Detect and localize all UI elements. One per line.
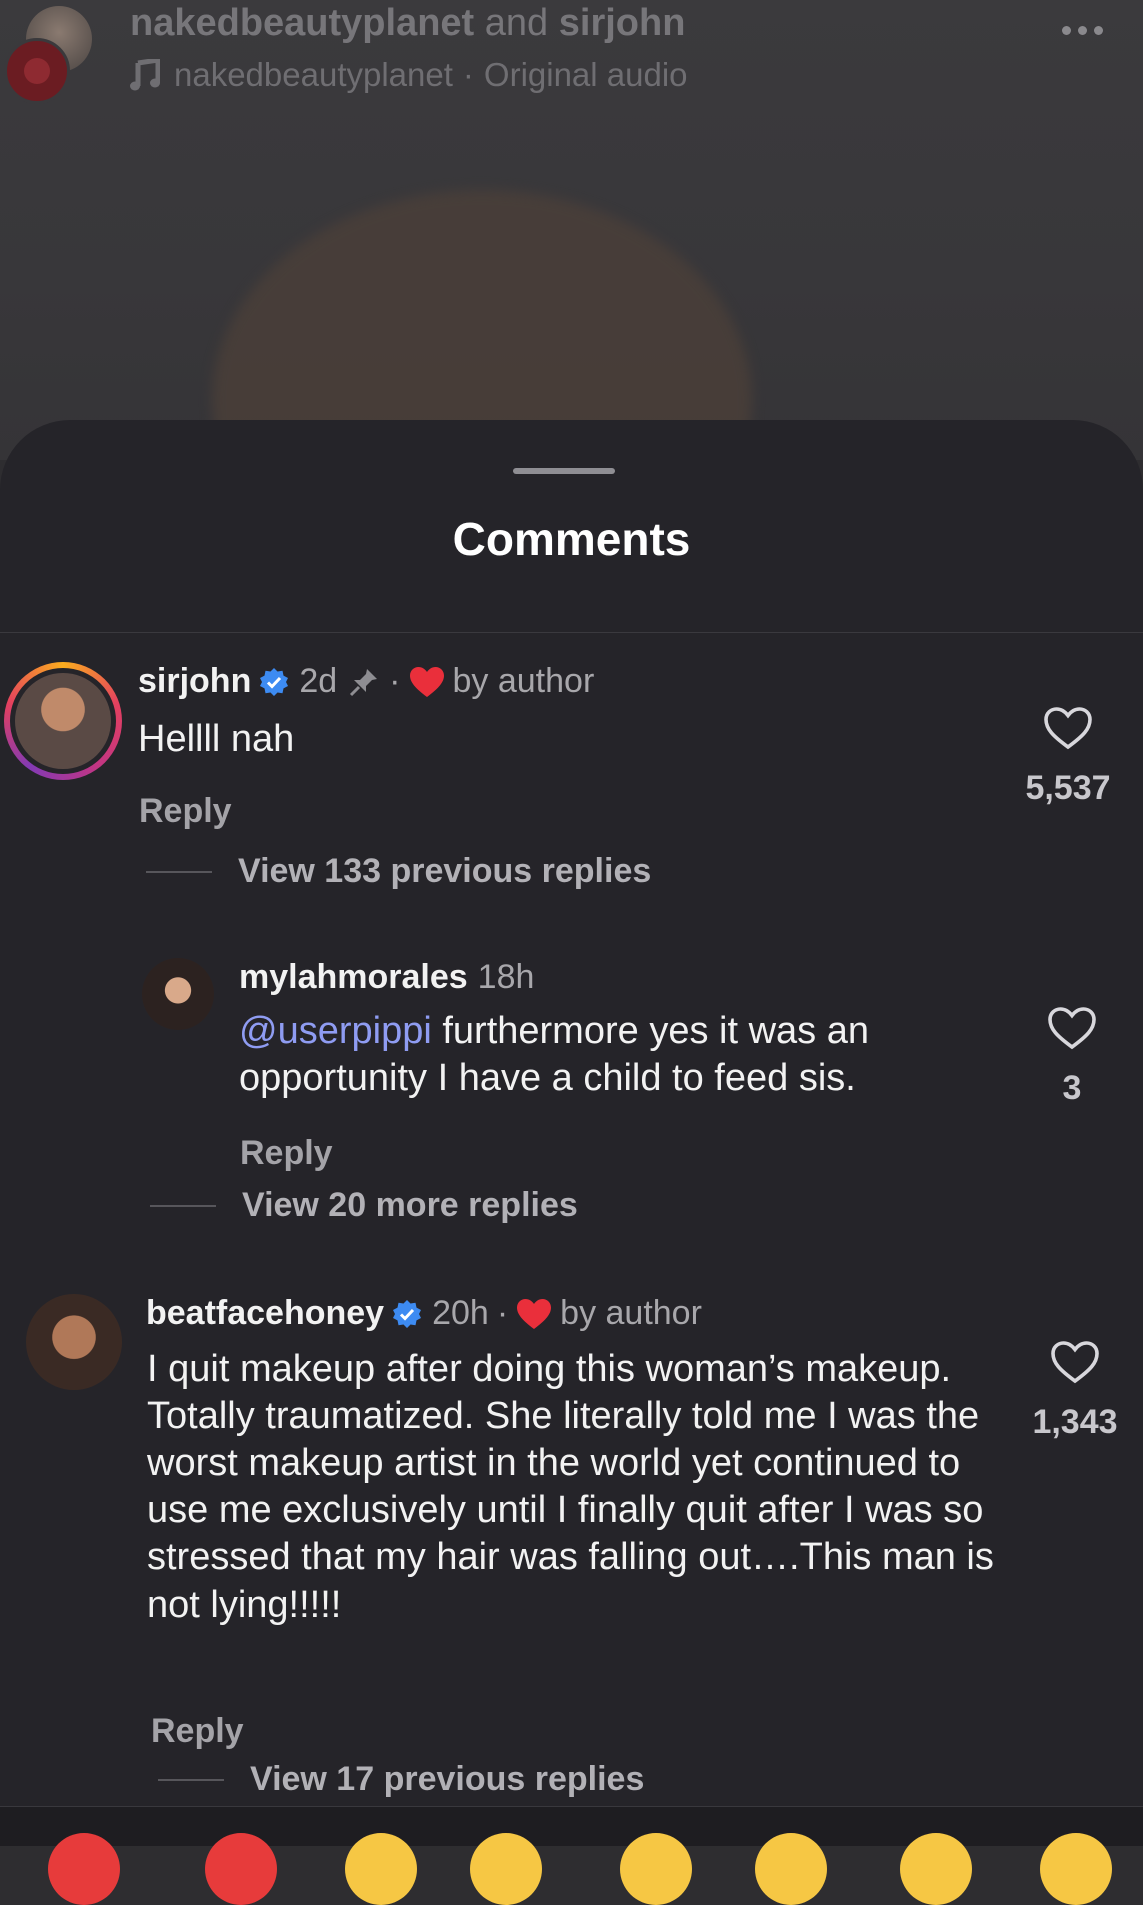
- author-liked-heart-icon: [517, 1298, 552, 1329]
- clap-emoji-icon[interactable]: [470, 1833, 542, 1905]
- heart-outline-icon[interactable]: [1050, 1340, 1100, 1384]
- thread-line: [146, 870, 212, 873]
- like-count: 3: [1062, 1069, 1082, 1107]
- sad-emoji-icon[interactable]: [620, 1833, 692, 1905]
- comment-time: 18h: [477, 958, 535, 996]
- like-control: 5,537: [1018, 706, 1118, 808]
- emoji-reaction-bar: [0, 1806, 1143, 1905]
- collab-avatars[interactable]: [4, 6, 94, 106]
- reply-button[interactable]: Reply: [240, 1134, 333, 1173]
- view-replies-label: View 17 previous replies: [250, 1760, 645, 1798]
- like-count: 5,537: [1025, 769, 1111, 807]
- verified-badge-icon: [393, 1299, 422, 1328]
- verified-badge-icon: [260, 667, 289, 696]
- sheet-title: Comments: [452, 513, 691, 565]
- liked-by-author-label: by author: [452, 662, 595, 700]
- reply-button[interactable]: Reply: [139, 792, 232, 831]
- laughing-emoji-icon[interactable]: [1040, 1833, 1112, 1905]
- header-divider: [0, 632, 1143, 633]
- author-link-1[interactable]: nakedbeautyplanet: [130, 2, 474, 44]
- avatar-nakedbeautyplanet: [4, 38, 70, 104]
- view-replies-button[interactable]: View 133 previous replies: [146, 852, 651, 891]
- mention-link[interactable]: @userpippi: [239, 1010, 432, 1052]
- fire-emoji-icon[interactable]: [345, 1833, 417, 1905]
- reel-video-background[interactable]: nakedbeautyplanet and sirjohn nakedbeaut…: [0, 0, 1143, 460]
- meta-separator: ·: [389, 662, 401, 700]
- music-note-icon: [130, 59, 160, 91]
- audio-attribution[interactable]: nakedbeautyplanet · Original audio: [130, 56, 688, 94]
- comment-username[interactable]: beatfacehoney: [146, 1294, 384, 1333]
- like-control: 3: [1022, 1006, 1122, 1108]
- author-link-2[interactable]: sirjohn: [559, 2, 686, 44]
- sheet-drag-handle[interactable]: [513, 468, 615, 474]
- liked-by-author-label: by author: [560, 1294, 702, 1332]
- comment-username[interactable]: mylahmorales: [239, 958, 468, 997]
- raised-hands-emoji-icon[interactable]: [205, 1833, 277, 1905]
- audio-account: nakedbeautyplanet: [174, 56, 453, 93]
- reel-authors[interactable]: nakedbeautyplanet and sirjohn: [130, 2, 685, 45]
- comment-text: Hellll nah: [138, 718, 295, 760]
- pin-icon: [350, 668, 378, 696]
- like-count: 1,343: [1032, 1403, 1118, 1441]
- more-options-icon[interactable]: [1062, 26, 1103, 35]
- comment-time: 2d: [299, 662, 338, 700]
- heart-eyes-emoji-icon[interactable]: [755, 1833, 827, 1905]
- view-replies-label: View 133 previous replies: [238, 852, 652, 890]
- comment-username[interactable]: sirjohn: [138, 662, 251, 701]
- reply-button[interactable]: Reply: [151, 1712, 244, 1751]
- thread-line: [150, 1204, 216, 1207]
- comment-text: I quit makeup after doing this woman’s m…: [147, 1348, 994, 1626]
- story-ring[interactable]: [4, 662, 122, 780]
- view-replies-button[interactable]: View 20 more replies: [150, 1186, 578, 1225]
- audio-label: Original audio: [483, 56, 688, 93]
- like-control: 1,343: [1025, 1340, 1125, 1442]
- authors-joiner: and: [484, 2, 549, 44]
- heart-emoji-icon[interactable]: [48, 1833, 120, 1905]
- heart-outline-icon[interactable]: [1043, 706, 1093, 750]
- view-replies-label: View 20 more replies: [242, 1186, 578, 1224]
- author-liked-heart-icon: [409, 666, 444, 697]
- avatar[interactable]: [142, 958, 214, 1030]
- surprised-emoji-icon[interactable]: [900, 1833, 972, 1905]
- comments-sheet: Comments: [0, 420, 1143, 1845]
- comment-text: @userpippi furthermore yes it was an opp…: [239, 1008, 999, 1102]
- view-replies-button[interactable]: View 17 previous replies: [158, 1760, 644, 1799]
- thread-line: [158, 1778, 224, 1781]
- avatar[interactable]: [26, 1294, 122, 1390]
- avatar: [15, 673, 111, 769]
- heart-outline-icon[interactable]: [1047, 1006, 1097, 1050]
- comment-time: 20h: [432, 1294, 489, 1332]
- audio-separator: ·: [462, 56, 474, 93]
- meta-separator: ·: [496, 1294, 509, 1332]
